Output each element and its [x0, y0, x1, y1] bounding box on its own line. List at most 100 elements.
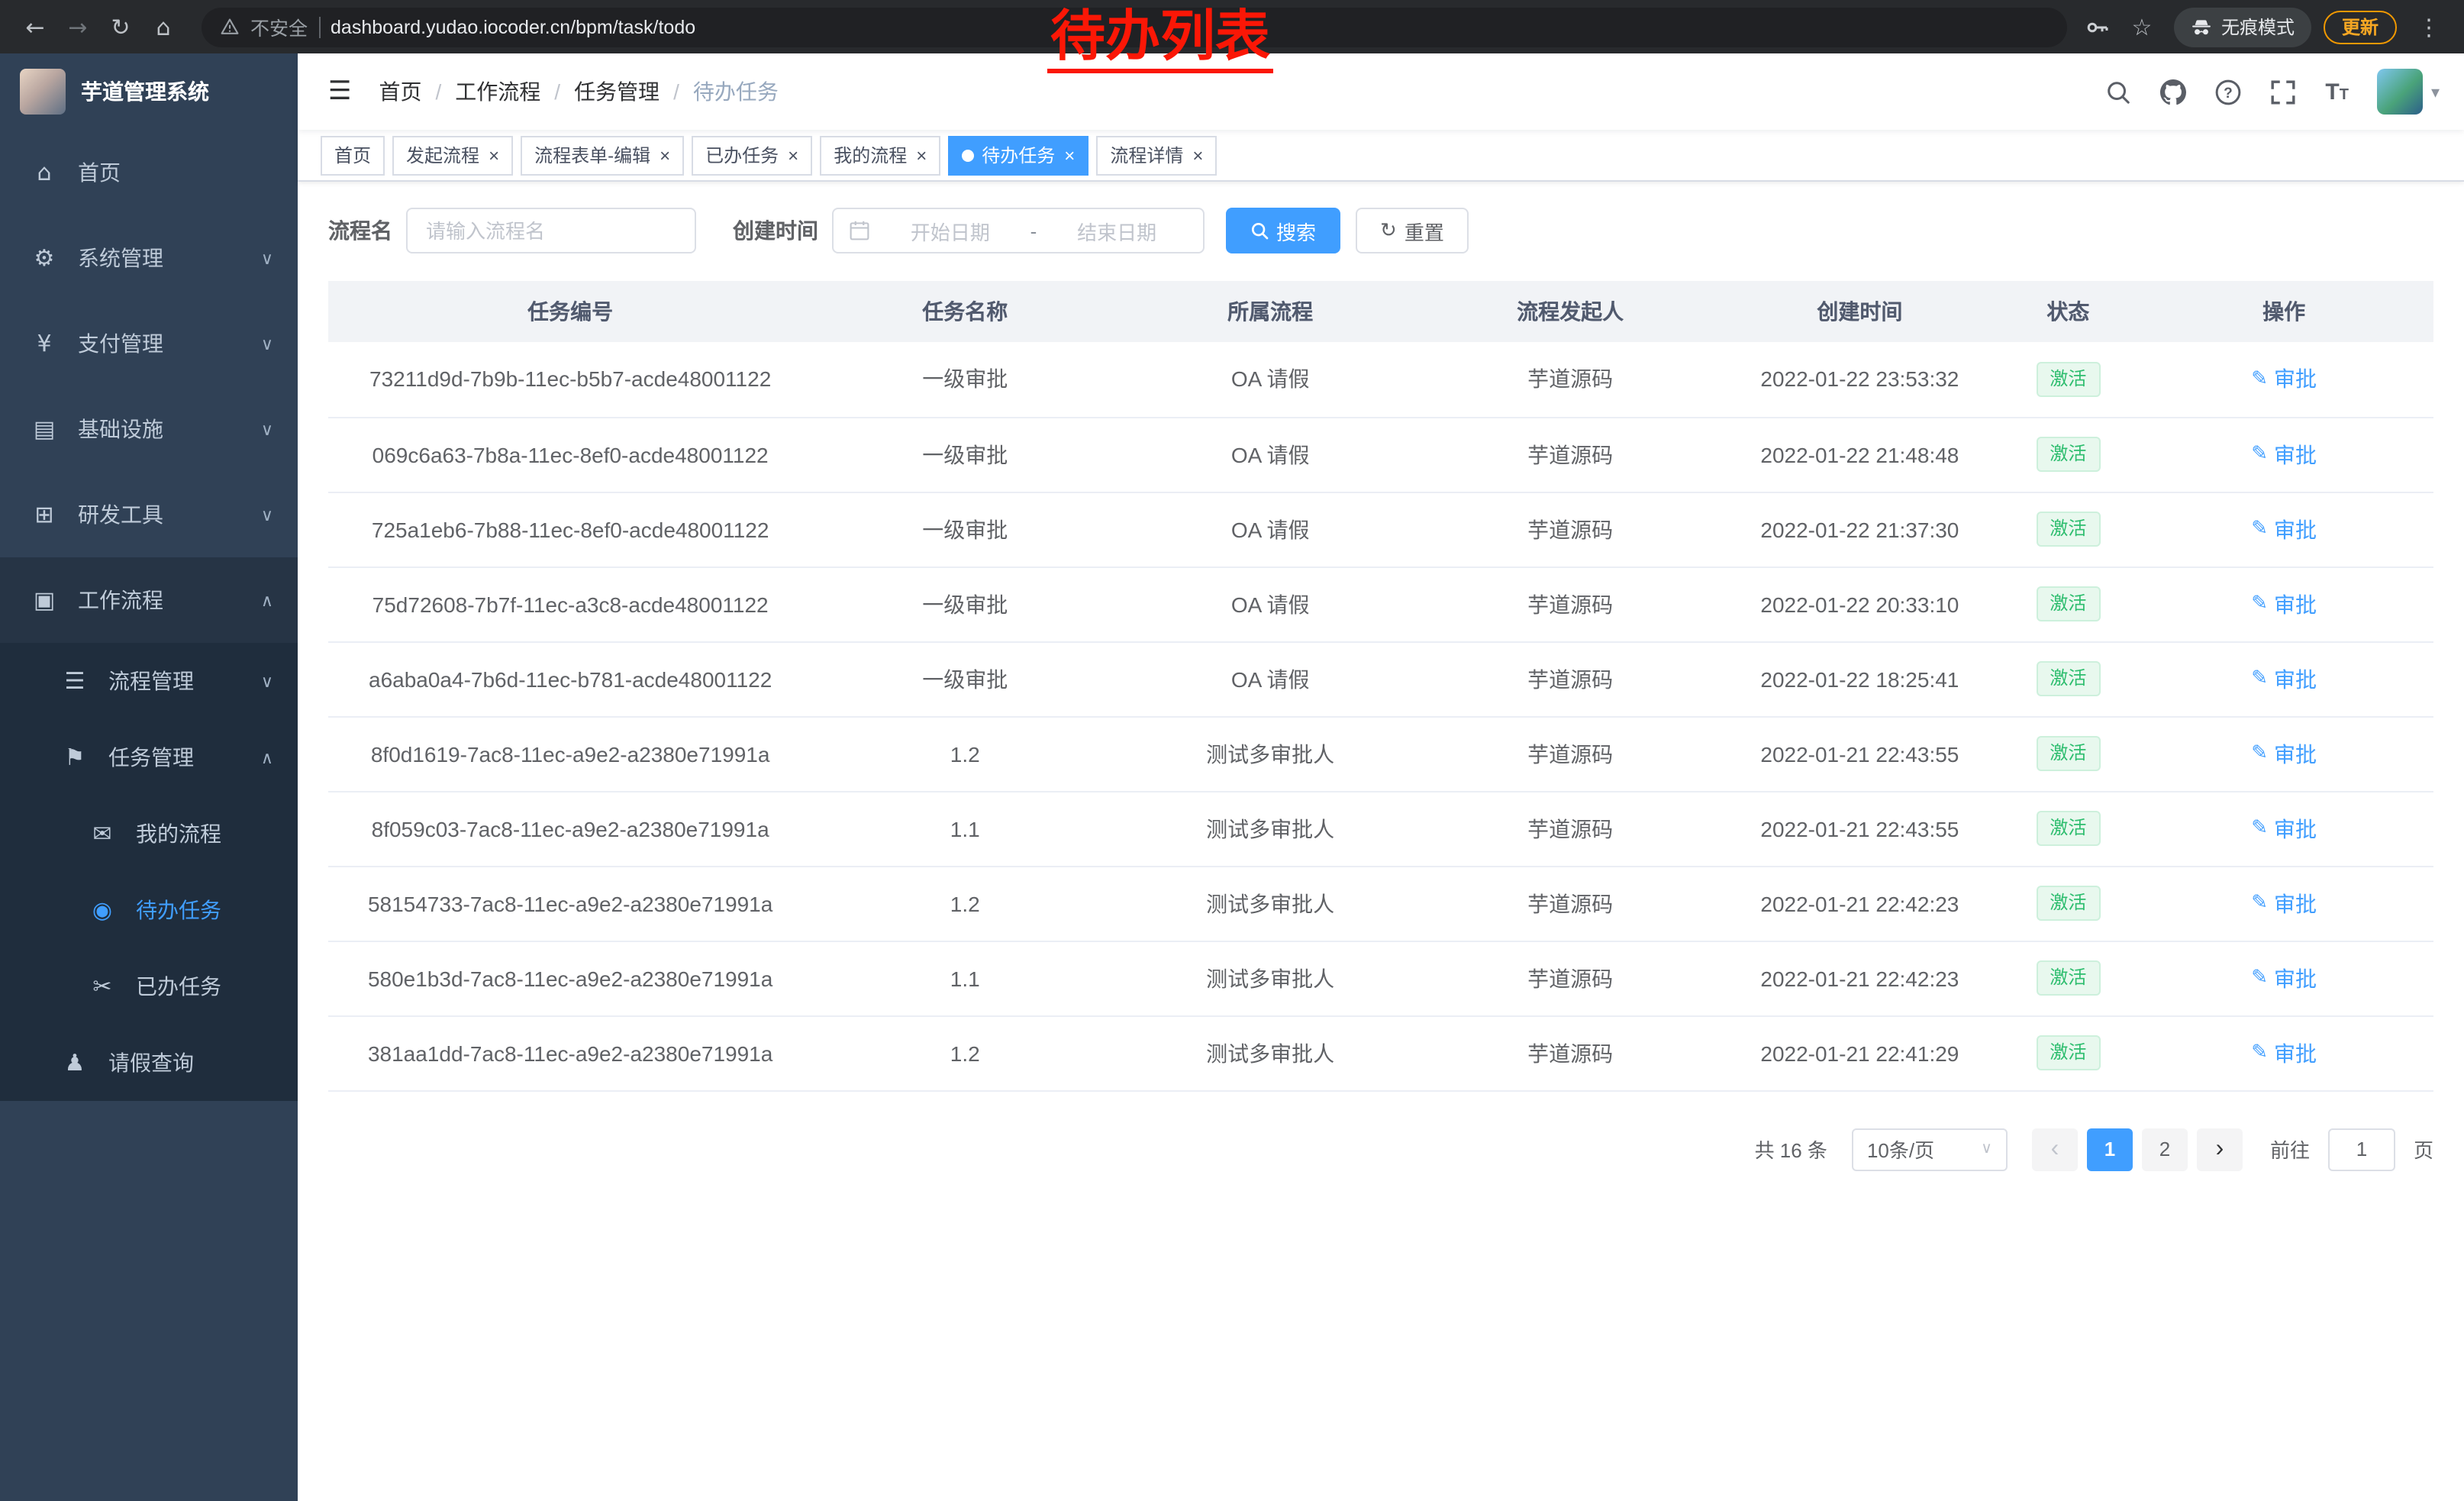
calendar-icon — [849, 220, 870, 241]
fullscreen-icon[interactable] — [2270, 79, 2296, 105]
table-row: 725a1eb6-7b88-11ec-8ef0-acde48001122 一级审… — [328, 492, 2433, 567]
table-row: 75d72608-7b7f-11ec-a3c8-acde48001122 一级审… — [328, 567, 2433, 641]
tab-process-detail[interactable]: 流程详情 × — [1096, 135, 1217, 175]
cell-task-id: 381aa1dd-7ac8-11ec-a9e2-a2380e71991a — [328, 1015, 812, 1090]
close-icon[interactable]: × — [658, 146, 670, 164]
tools-icon: ⊞ — [31, 501, 58, 528]
approve-button[interactable]: ✎审批 — [2251, 663, 2317, 694]
close-icon[interactable]: × — [786, 146, 798, 164]
user-menu[interactable]: ▾ — [2378, 69, 2440, 115]
app-title: 芋道管理系统 — [81, 76, 209, 107]
cell-task-id: 725a1eb6-7b88-11ec-8ef0-acde48001122 — [328, 492, 812, 567]
prev-page-button[interactable]: ‹ — [2032, 1128, 2078, 1170]
sidebar-item-leave-query[interactable]: ♟ 请假查询 — [0, 1025, 298, 1101]
search-icon[interactable] — [2105, 79, 2131, 105]
sidebar-item-infrastructure[interactable]: ▤ 基础设施 ∨ — [0, 386, 298, 472]
edit-icon: ✎ — [2251, 592, 2268, 615]
tab-form-edit[interactable]: 流程表单-编辑 × — [521, 135, 684, 175]
font-size-icon[interactable]: TT — [2325, 80, 2349, 103]
gear-icon: ⚙ — [31, 244, 58, 272]
approve-button[interactable]: ✎审批 — [2251, 813, 2317, 844]
cell-initiator: 芋道源码 — [1423, 866, 1717, 941]
sidebar-item-home[interactable]: ⌂ 首页 — [0, 130, 298, 215]
cell-process: OA 请假 — [1118, 641, 1423, 716]
col-status: 状态 — [2002, 281, 2135, 342]
back-button[interactable]: ← — [15, 7, 55, 47]
bookmark-star-icon[interactable]: ☆ — [2122, 7, 2162, 47]
close-icon[interactable]: × — [1063, 146, 1075, 164]
close-icon[interactable]: × — [1191, 146, 1203, 164]
tab-home[interactable]: 首页 — [321, 135, 385, 175]
menu-dots-icon[interactable]: ⋮ — [2409, 7, 2449, 47]
process-name-input[interactable] — [406, 208, 696, 253]
cell-process: 测试多审批人 — [1118, 716, 1423, 791]
forward-button[interactable]: → — [58, 7, 98, 47]
sidebar-item-done-tasks[interactable]: ✂ 已办任务 — [0, 948, 298, 1025]
approve-button[interactable]: ✎审批 — [2251, 1038, 2317, 1068]
sidebar-item-my-process[interactable]: ✉ 我的流程 — [0, 796, 298, 872]
sidebar-item-dev-tools[interactable]: ⊞ 研发工具 ∨ — [0, 472, 298, 557]
cell-created: 2022-01-21 22:43:55 — [1717, 791, 2001, 866]
goto-page-input[interactable] — [2328, 1128, 2395, 1170]
reload-button[interactable]: ↻ — [101, 7, 140, 47]
edit-icon: ✎ — [2251, 1041, 2268, 1064]
search-button[interactable]: 搜索 — [1226, 208, 1340, 253]
approve-button[interactable]: ✎审批 — [2251, 514, 2317, 544]
sidebar-item-process-mgmt[interactable]: ☰ 流程管理 ∨ — [0, 643, 298, 719]
breadcrumb-home[interactable]: 首页 — [379, 76, 422, 107]
sidebar-toggle[interactable]: ☰ — [322, 76, 358, 107]
home-button[interactable]: ⌂ — [144, 7, 183, 47]
tab-done-tasks[interactable]: 已办任务 × — [692, 135, 812, 175]
approve-button[interactable]: ✎审批 — [2251, 888, 2317, 918]
sidebar-item-task-mgmt[interactable]: ⚑ 任务管理 ∧ — [0, 719, 298, 796]
page-size-select[interactable]: 10条/页 ∨ — [1852, 1128, 2008, 1170]
url-text: dashboard.yudao.iocoder.cn/bpm/task/todo — [331, 16, 695, 37]
search-icon — [1250, 221, 1269, 240]
close-icon[interactable]: × — [914, 146, 927, 164]
breadcrumb-separator: / — [673, 79, 679, 104]
edit-icon: ✎ — [2251, 892, 2268, 915]
cell-created: 2022-01-22 21:37:30 — [1717, 492, 2001, 567]
date-range-picker[interactable]: 开始日期 - 结束日期 — [832, 208, 1205, 253]
github-icon[interactable] — [2160, 79, 2186, 105]
reset-button[interactable]: ↻ 重置 — [1356, 208, 1469, 253]
cell-action: ✎审批 — [2134, 1015, 2433, 1090]
avatar[interactable] — [2378, 69, 2424, 115]
cell-task-name: 一级审批 — [812, 567, 1118, 641]
chevron-down-icon: ∨ — [261, 671, 273, 691]
page-button-2[interactable]: 2 — [2142, 1128, 2188, 1170]
table-row: 73211d9d-7b9b-11ec-b5b7-acde48001122 一级审… — [328, 342, 2433, 417]
key-icon[interactable] — [2085, 15, 2110, 39]
page-content: 流程名 创建时间 开始日期 - 结束日期 搜索 — [298, 182, 2464, 1501]
approve-button[interactable]: ✎审批 — [2251, 963, 2317, 993]
approve-button[interactable]: ✎审批 — [2251, 439, 2317, 470]
next-page-button[interactable]: › — [2197, 1128, 2243, 1170]
breadcrumb-task-mgmt[interactable]: 任务管理 — [574, 76, 660, 107]
cell-task-id: 58154733-7ac8-11ec-a9e2-a2380e71991a — [328, 866, 812, 941]
tab-start-process[interactable]: 发起流程 × — [392, 135, 513, 175]
goto-label: 前往 — [2270, 1135, 2310, 1164]
tab-todo-tasks[interactable]: 待办任务 × — [948, 135, 1088, 175]
sidebar-item-system-mgmt[interactable]: ⚙ 系统管理 ∨ — [0, 215, 298, 301]
sidebar-item-todo-tasks[interactable]: ◉ 待办任务 — [0, 872, 298, 948]
cell-task-name: 1.1 — [812, 941, 1118, 1015]
update-button[interactable]: 更新 — [2324, 10, 2397, 44]
status-badge: 激活 — [2036, 362, 2100, 397]
sidebar-item-workflow[interactable]: ▣ 工作流程 ∧ — [0, 557, 298, 643]
cell-created: 2022-01-21 22:43:55 — [1717, 716, 2001, 791]
cell-initiator: 芋道源码 — [1423, 417, 1717, 492]
approve-button[interactable]: ✎审批 — [2251, 589, 2317, 619]
tab-my-process[interactable]: 我的流程 × — [820, 135, 940, 175]
help-icon[interactable]: ? — [2215, 79, 2241, 105]
close-icon[interactable]: × — [487, 146, 499, 164]
sidebar-item-payment-mgmt[interactable]: ¥ 支付管理 ∨ — [0, 301, 298, 386]
breadcrumb-separator: / — [436, 79, 442, 104]
cell-task-id: 580e1b3d-7ac8-11ec-a9e2-a2380e71991a — [328, 941, 812, 1015]
breadcrumb-workflow[interactable]: 工作流程 — [455, 76, 540, 107]
table-row: 58154733-7ac8-11ec-a9e2-a2380e71991a 1.2… — [328, 866, 2433, 941]
approve-button[interactable]: ✎审批 — [2251, 364, 2317, 395]
approve-button[interactable]: ✎审批 — [2251, 738, 2317, 769]
page-button-1[interactable]: 1 — [2087, 1128, 2133, 1170]
cell-initiator: 芋道源码 — [1423, 342, 1717, 417]
cell-task-id: 75d72608-7b7f-11ec-a3c8-acde48001122 — [328, 567, 812, 641]
